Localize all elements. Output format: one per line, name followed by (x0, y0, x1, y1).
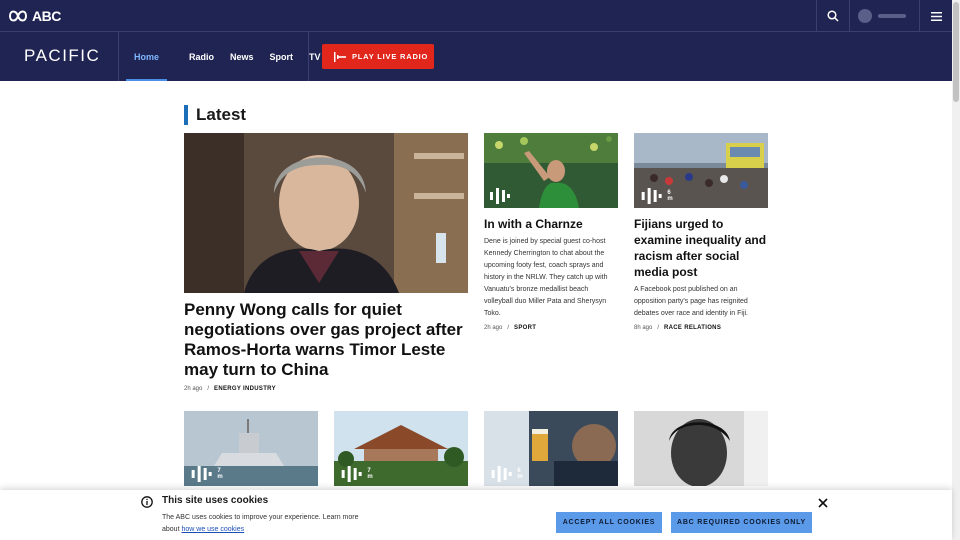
abc-logo-text: ABC (32, 8, 61, 24)
card-image[interactable] (484, 133, 618, 208)
bw-portrait-photo (634, 411, 768, 486)
nav-item-sport[interactable]: Sport (262, 32, 302, 81)
nav-item-radio[interactable]: Radio (181, 32, 222, 81)
audio-badge: 6 m (640, 188, 674, 204)
play-live-radio-button[interactable]: PLAY LIVE RADIO (322, 44, 434, 69)
audio-waveform-icon (490, 188, 510, 204)
accept-all-cookies-button[interactable]: ACCEPT ALL COOKIES (556, 512, 662, 533)
category-link[interactable]: SPORT (514, 325, 536, 331)
section-title: Latest (184, 105, 246, 125)
audio-badge: 7 m (190, 466, 224, 482)
scrollbar-thumb[interactable] (953, 2, 959, 102)
cookie-policy-link[interactable]: how we use cookies (181, 526, 244, 533)
audio-waveform-icon (191, 466, 212, 482)
card-image[interactable]: 7 m (334, 411, 468, 486)
top-bar: ABC (0, 0, 952, 32)
page-scrollbar[interactable] (952, 0, 960, 540)
category-link[interactable]: ENERGY INDUSTRY (214, 386, 276, 392)
avatar (858, 9, 872, 23)
abc-logo[interactable]: ABC (8, 8, 61, 24)
card-description: A Facebook post published on an oppositi… (634, 286, 749, 317)
close-icon[interactable] (817, 497, 829, 509)
audio-duration: 7 m (217, 468, 223, 480)
nav-item-home[interactable]: Home (126, 32, 168, 81)
cookie-description: The ABC uses cookies to improve your exp… (162, 512, 362, 536)
meta-separator: / (507, 325, 510, 331)
pacific-brand[interactable]: PACIFIC (24, 46, 100, 66)
nav-menu: Home Radio News Sport TV (126, 32, 329, 81)
audio-duration: 7 m (367, 468, 373, 480)
radio-waveform-icon (334, 51, 346, 62)
play-live-radio-label: PLAY LIVE RADIO (352, 52, 429, 61)
menu-button[interactable] (920, 0, 952, 32)
nav-divider (308, 32, 309, 81)
pacific-nav-bar: PACIFIC Home Radio News Sport TV PLAY LI… (0, 32, 952, 81)
nav-divider (118, 32, 119, 81)
featured-article-image[interactable] (184, 133, 468, 293)
category-link[interactable]: RACE RELATIONS (664, 325, 721, 331)
card-image[interactable] (634, 411, 768, 486)
hamburger-menu-icon (930, 11, 942, 21)
meta-separator: / (657, 325, 660, 331)
cookie-title: This site uses cookies (162, 495, 269, 506)
card-meta: 2h ago / SPORT (484, 325, 536, 331)
timestamp: 2h ago (184, 386, 203, 392)
audio-duration: 6 m (667, 190, 673, 202)
featured-article-meta: 2h ago / ENERGY INDUSTRY (184, 386, 276, 392)
info-icon (141, 496, 153, 508)
user-name-placeholder (878, 14, 906, 18)
timestamp: 2h ago (484, 325, 503, 331)
audio-badge: 7 m (340, 466, 374, 482)
card-description: Dene is joined by special guest co-host … (484, 238, 608, 317)
portrait-photo (184, 133, 468, 293)
audio-waveform-icon (491, 466, 512, 482)
cookie-banner: This site uses cookies The ABC uses cook… (0, 490, 952, 540)
card-meta: 8h ago / RACE RELATIONS (634, 325, 721, 331)
user-account-button[interactable] (850, 0, 920, 32)
nav-item-news[interactable]: News (222, 32, 262, 81)
card-headline[interactable]: In with a Charnze (484, 216, 618, 232)
audio-waveform-icon (641, 188, 662, 204)
search-icon (827, 10, 839, 22)
card-image[interactable]: 6 m (484, 411, 618, 486)
timestamp: 8h ago (634, 325, 653, 331)
card-image[interactable]: 6 m (634, 133, 768, 208)
card-image[interactable]: 7 m (184, 411, 318, 486)
meta-separator: / (207, 386, 210, 392)
featured-article-headline[interactable]: Penny Wong calls for quiet negotiations … (184, 300, 468, 380)
audio-duration: 6 m (517, 468, 523, 480)
card-headline[interactable]: Fijians urged to examine inequality and … (634, 216, 768, 280)
required-cookies-only-button[interactable]: ABC REQUIRED COOKIES ONLY (671, 512, 812, 533)
audio-waveform-icon (341, 466, 362, 482)
audio-badge (490, 188, 510, 204)
abc-lissajous-icon (8, 10, 28, 22)
search-button[interactable] (816, 0, 850, 32)
audio-badge: 6 m (490, 466, 524, 482)
